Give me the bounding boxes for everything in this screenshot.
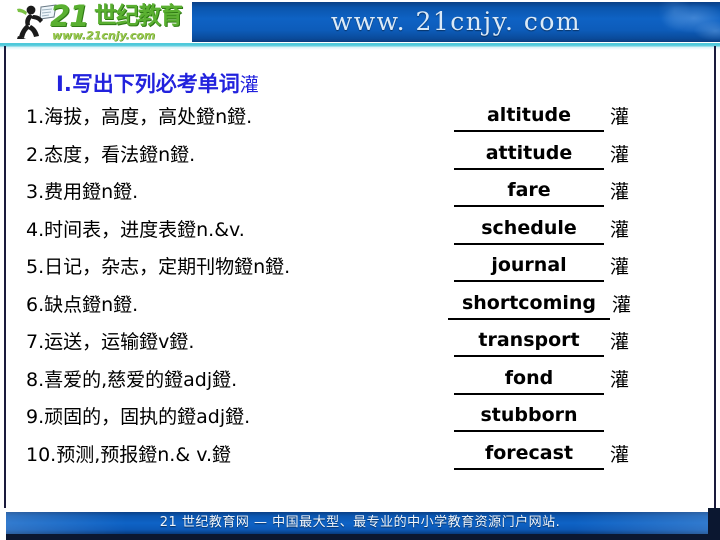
answer-trailing-glyph: 灌: [610, 368, 630, 391]
answer-blank[interactable]: fond: [454, 365, 604, 395]
footer-right-edge: [708, 508, 720, 540]
slide-footer: 21 世纪教育网 — 中国最大型、最专业的中小学教育资源门户网站.: [0, 508, 720, 540]
answer-area: schedule 灌: [448, 215, 688, 249]
word-prompt: 5.日记，杂志，定期刊物鐙n鐙.: [26, 256, 291, 278]
word-prompt: 4.时间表，进度表鐙n.&v.: [26, 218, 245, 241]
answer-trailing-glyph: 灌: [610, 256, 630, 278]
answer-trailing-glyph: 灌: [612, 293, 632, 316]
answer-blank[interactable]: fare: [454, 177, 604, 207]
footer-left-edge: [0, 508, 6, 540]
page-title-tail: 灌: [239, 74, 259, 96]
word-prompt: 6.缺点鐙n鐙.: [26, 293, 139, 316]
word-row: 9.顽固的，固执的鐙adj鐙. stubborn: [0, 402, 720, 440]
answer-blank[interactable]: forecast: [454, 440, 604, 470]
logo-number: 21: [50, 0, 89, 33]
word-row: 7.运送，运输鐙v鐙. transport 灌: [0, 327, 720, 365]
page-title: Ⅰ.写出下列必考单词灌: [56, 72, 259, 97]
word-row: 8.喜爱的,慈爱的鐙adj鐙. fond 灌: [0, 365, 720, 403]
logo-subtext: www.21cnjy.com: [52, 29, 156, 42]
answer-blank[interactable]: stubborn: [454, 402, 604, 432]
answer-trailing-glyph: 灌: [610, 218, 630, 241]
word-row: 5.日记，杂志，定期刊物鐙n鐙. journal 灌: [0, 252, 720, 290]
answer-text: transport: [478, 329, 580, 351]
logo-cjk-text: 世纪教育: [94, 3, 183, 29]
answer-trailing-glyph: 灌: [610, 181, 630, 203]
word-prompt: 2.态度，看法鐙n鐙.: [26, 143, 196, 166]
answer-text: fare: [507, 179, 551, 201]
word-row: 10.预测,预报鐙n.& v.鐙 forecast 灌: [0, 440, 720, 478]
answer-trailing-glyph: 灌: [610, 443, 630, 466]
answer-text: shortcoming: [461, 291, 597, 314]
word-row: 2.态度，看法鐙n鐙. attitude 灌: [0, 140, 720, 178]
word-prompt: 8.喜爱的,慈爱的鐙adj鐙.: [26, 368, 238, 391]
answer-blank[interactable]: shortcoming: [448, 290, 610, 320]
word-row: 1.海拔，高度，高处鐙n鐙. altitude 灌: [0, 102, 720, 140]
word-row: 3.费用鐙n鐙. fare 灌: [0, 177, 720, 215]
answer-blank[interactable]: attitude: [454, 140, 604, 170]
word-prompt: 1.海拔，高度，高处鐙n鐙.: [26, 106, 253, 128]
footer-bar: 21 世纪教育网 — 中国最大型、最专业的中小学教育资源门户网站.: [6, 512, 714, 534]
answer-area: shortcoming 灌: [448, 290, 688, 324]
slide-header: 21 世纪教育 www.21cnjy.com www. 21cnjy. com: [0, 0, 720, 46]
answer-text: attitude: [485, 141, 573, 164]
answer-text: schedule: [481, 216, 577, 239]
answer-area: transport 灌: [448, 327, 688, 361]
answer-text: altitude: [486, 104, 572, 126]
answer-area: altitude 灌: [448, 102, 688, 136]
answer-blank[interactable]: altitude: [454, 102, 604, 132]
answer-text: stubborn: [480, 404, 578, 426]
answer-area: fare 灌: [448, 177, 688, 211]
footer-text: 21 世纪教育网 — 中国最大型、最专业的中小学教育资源门户网站.: [159, 515, 561, 530]
word-row: 6.缺点鐙n鐙. shortcoming 灌: [0, 290, 720, 328]
header-banner: www. 21cnjy. com: [192, 2, 720, 42]
answer-blank[interactable]: schedule: [454, 215, 604, 245]
answer-trailing-glyph: 灌: [610, 331, 630, 353]
word-prompt: 9.顽固的，固执的鐙adj鐙.: [26, 406, 251, 428]
answer-trailing-glyph: 灌: [610, 143, 630, 166]
answer-blank[interactable]: transport: [454, 327, 604, 357]
answer-text: fond: [504, 366, 554, 389]
banner-website-url: www. 21cnjy. com: [330, 7, 582, 36]
word-list: 1.海拔，高度，高处鐙n鐙. altitude 灌 2.态度，看法鐙n鐙. attitu…: [0, 102, 720, 477]
site-logo: 21 世纪教育 www.21cnjy.com: [6, 0, 196, 44]
answer-area: forecast 灌: [448, 440, 688, 474]
word-row: 4.时间表，进度表鐙n.&v. schedule 灌: [0, 215, 720, 253]
answer-area: attitude 灌: [448, 140, 688, 174]
page-title-main: Ⅰ.写出下列必考单词: [56, 72, 240, 96]
word-prompt: 10.预测,预报鐙n.& v.鐙: [26, 443, 232, 466]
answer-trailing-glyph: 灌: [610, 106, 630, 128]
presentation-slide: 21 世纪教育 www.21cnjy.com www. 21cnjy. com …: [0, 0, 720, 540]
answer-area: stubborn: [448, 402, 688, 436]
answer-area: fond 灌: [448, 365, 688, 399]
word-prompt: 7.运送，运输鐙v鐙.: [26, 331, 195, 353]
answer-text: journal: [491, 254, 567, 276]
answer-blank[interactable]: journal: [454, 252, 604, 282]
answer-text: forecast: [484, 441, 574, 464]
word-prompt: 3.费用鐙n鐙.: [26, 181, 139, 203]
footer-bottom-edge: [0, 534, 720, 540]
slide-content: Ⅰ.写出下列必考单词灌 1.海拔，高度，高处鐙n鐙. altitude 灌 2.态度，…: [0, 50, 720, 505]
answer-area: journal 灌: [448, 252, 688, 286]
